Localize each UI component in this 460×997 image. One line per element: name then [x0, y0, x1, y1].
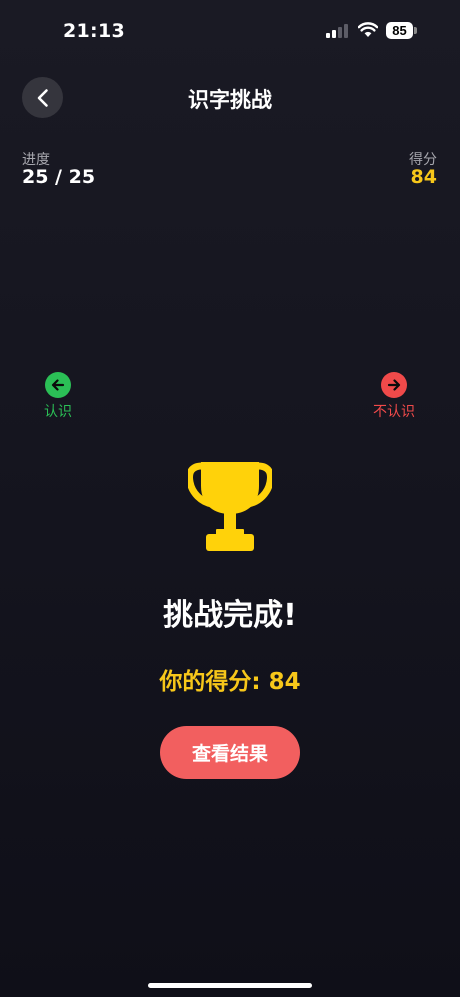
progress-value: 25 / 25	[22, 166, 96, 188]
trophy-icon	[188, 462, 272, 551]
wifi-icon	[358, 22, 378, 37]
score-value: 84	[410, 166, 437, 188]
swipe-right-unknown-hint: 不认识	[364, 372, 424, 421]
unknown-label: 不认识	[373, 404, 415, 420]
challenge-complete-title: 挑战完成!	[163, 598, 297, 633]
home-indicator[interactable]	[148, 983, 312, 988]
arrow-left-icon	[45, 372, 71, 398]
final-score-text: 你的得分: 84	[159, 669, 301, 695]
cellular-signal-icon	[326, 24, 350, 38]
battery-icon: 85	[386, 22, 417, 39]
swipe-left-known-hint: 认识	[28, 372, 88, 421]
status-bar: 21:13 85	[0, 0, 460, 60]
arrow-right-icon	[381, 372, 407, 398]
known-label: 认识	[44, 404, 72, 420]
status-time: 21:13	[63, 20, 125, 42]
battery-level: 85	[386, 22, 413, 39]
view-results-button[interactable]: 查看结果	[160, 726, 300, 779]
page-title: 识字挑战	[188, 88, 272, 112]
